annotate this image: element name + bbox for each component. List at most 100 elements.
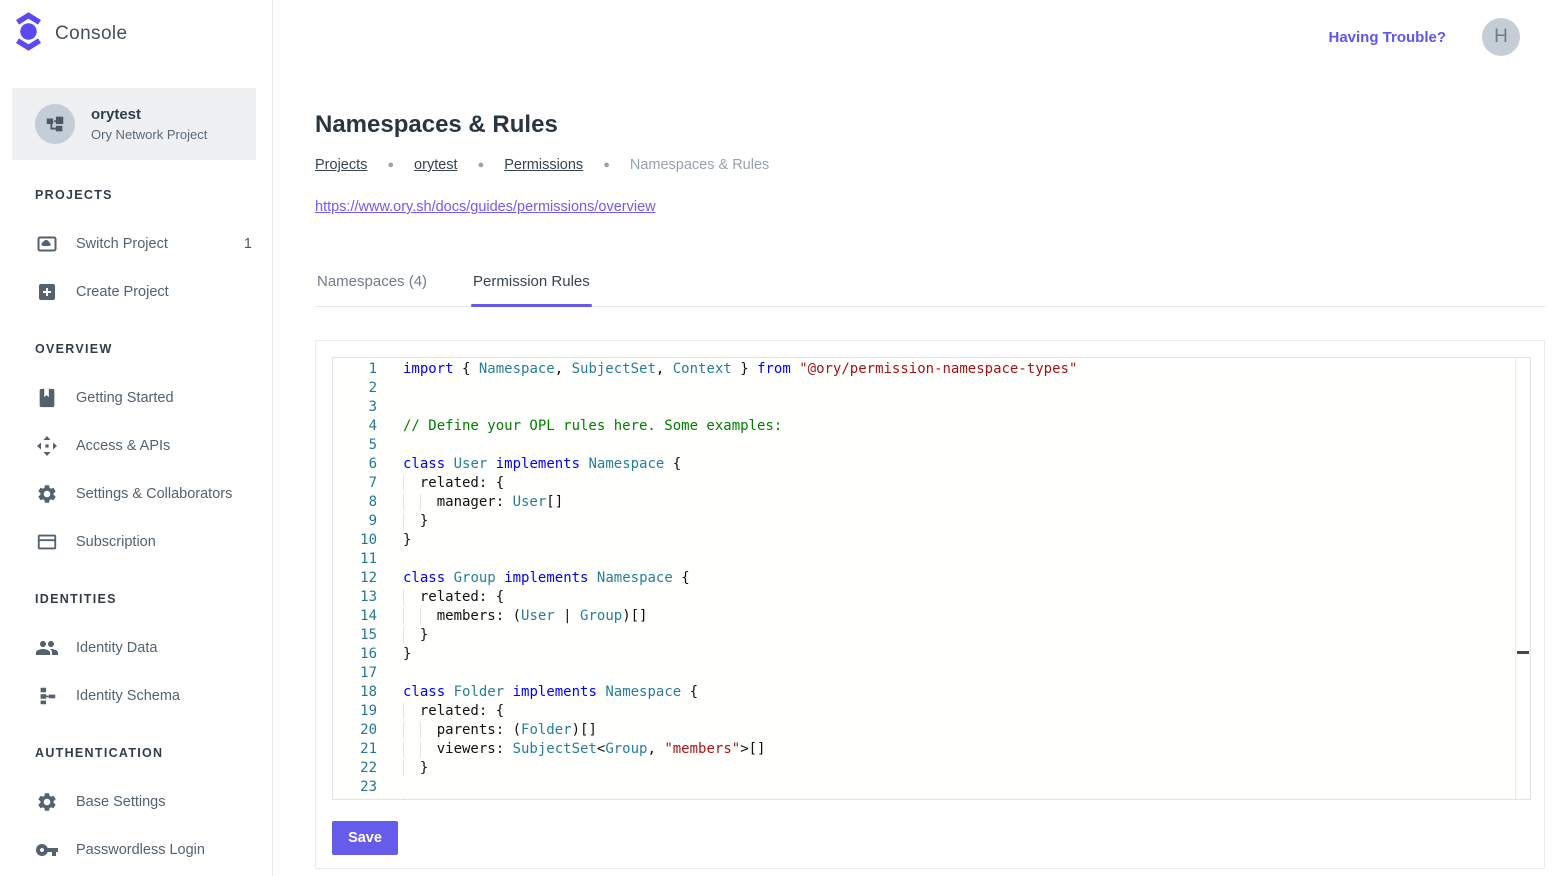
sidebar-item-settings-collaborators[interactable]: Settings & Collaborators <box>0 470 273 518</box>
sidebar-item-identity-schema[interactable]: Identity Schema <box>0 672 273 720</box>
code-line[interactable]: 5 <box>333 436 1515 455</box>
sidebar-item-label: Switch Project <box>76 236 168 252</box>
sidebar-item-passwordless-login[interactable]: Passwordless Login <box>0 826 273 874</box>
org-chart-icon <box>44 113 66 135</box>
user-avatar[interactable]: H <box>1482 18 1520 56</box>
line-number: 3 <box>333 398 377 417</box>
line-number: 8 <box>333 493 377 512</box>
code-line[interactable]: 22 } <box>333 759 1515 778</box>
gear-icon <box>35 790 59 814</box>
code-line[interactable]: 15 } <box>333 626 1515 645</box>
line-number: 17 <box>333 664 377 683</box>
credit-card-icon <box>35 530 59 554</box>
permission-rules-panel: 1import { Namespace, SubjectSet, Context… <box>315 340 1545 869</box>
tab-bar: Namespaces (4) Permission Rules <box>315 270 1546 307</box>
line-number: 12 <box>333 569 377 588</box>
line-number: 19 <box>333 702 377 721</box>
code-lines: 1import { Namespace, SubjectSet, Context… <box>333 360 1515 800</box>
project-type: Ory Network Project <box>91 127 207 142</box>
project-name: orytest <box>91 106 207 123</box>
code-line[interactable]: 6class User implements Namespace { <box>333 455 1515 474</box>
add-square-icon <box>35 280 59 304</box>
page-title: Namespaces & Rules <box>315 111 558 139</box>
line-number: 2 <box>333 379 377 398</box>
line-number: 18 <box>333 683 377 702</box>
breadcrumb-orytest[interactable]: orytest <box>414 157 458 173</box>
code-editor[interactable]: 1import { Namespace, SubjectSet, Context… <box>332 357 1531 800</box>
docs-link[interactable]: https://www.ory.sh/docs/guides/permissio… <box>315 199 656 215</box>
breadcrumb-separator: ● <box>387 159 394 171</box>
gear-icon <box>35 482 59 506</box>
sidebar-item-access-apis[interactable]: Access & APIs <box>0 422 273 470</box>
line-number: 5 <box>333 436 377 455</box>
save-button[interactable]: Save <box>332 821 398 855</box>
code-line[interactable]: 21 viewers: SubjectSet<Group, "members">… <box>333 740 1515 759</box>
line-number: 10 <box>333 531 377 550</box>
sidebar-item-getting-started[interactable]: Getting Started <box>0 374 273 422</box>
four-arrows-icon <box>35 434 59 458</box>
breadcrumb-separator: ● <box>603 159 610 171</box>
breadcrumb-projects[interactable]: Projects <box>315 157 367 173</box>
code-line[interactable]: 13 related: { <box>333 588 1515 607</box>
code-line[interactable]: 24 permits = { <box>333 797 1515 800</box>
sidebar-item-identity-data[interactable]: Identity Data <box>0 624 273 672</box>
line-number: 7 <box>333 474 377 493</box>
line-number: 6 <box>333 455 377 474</box>
line-number: 23 <box>333 778 377 797</box>
code-line[interactable]: 11 <box>333 550 1515 569</box>
code-line[interactable]: 1import { Namespace, SubjectSet, Context… <box>333 360 1515 379</box>
breadcrumb-separator: ● <box>478 159 485 171</box>
section-overview: OVERVIEW <box>35 342 113 356</box>
sidebar-item-switch-project[interactable]: Switch Project 1 <box>0 220 273 268</box>
code-line[interactable]: 14 members: (User | Group)[] <box>333 607 1515 626</box>
code-line[interactable]: 7 related: { <box>333 474 1515 493</box>
code-line[interactable]: 2 <box>333 379 1515 398</box>
app-title: Console <box>55 23 128 45</box>
code-line[interactable]: 20 parents: (Folder)[] <box>333 721 1515 740</box>
code-line[interactable]: 16} <box>333 645 1515 664</box>
code-line[interactable]: 23 <box>333 778 1515 797</box>
code-line[interactable]: 4// Define your OPL rules here. Some exa… <box>333 417 1515 436</box>
sidebar-item-label: Identity Schema <box>76 688 180 704</box>
line-number: 16 <box>333 645 377 664</box>
sidebar-item-base-settings[interactable]: Base Settings <box>0 778 273 826</box>
section-authentication: AUTHENTICATION <box>35 746 163 760</box>
tab-permission-rules[interactable]: Permission Rules <box>471 270 592 306</box>
code-line[interactable]: 12class Group implements Namespace { <box>333 569 1515 588</box>
line-number: 21 <box>333 740 377 759</box>
tab-namespaces[interactable]: Namespaces (4) <box>315 270 429 306</box>
sidebar-item-subscription[interactable]: Subscription <box>0 518 273 566</box>
sidebar-item-label: Access & APIs <box>76 438 170 454</box>
sidebar-item-label: Identity Data <box>76 640 157 656</box>
having-trouble-link[interactable]: Having Trouble? <box>1328 29 1446 46</box>
sidebar-item-label: Create Project <box>76 284 169 300</box>
code-line[interactable]: 8 manager: User[] <box>333 493 1515 512</box>
breadcrumb-current: Namespaces & Rules <box>630 157 769 173</box>
schema-icon <box>35 684 59 708</box>
code-line[interactable]: 18class Folder implements Namespace { <box>333 683 1515 702</box>
line-number: 15 <box>333 626 377 645</box>
project-selector[interactable]: orytest Ory Network Project <box>12 88 256 160</box>
editor-overview-ruler[interactable] <box>1515 358 1530 799</box>
ory-logo-icon <box>12 11 45 57</box>
line-number: 22 <box>333 759 377 778</box>
book-icon <box>35 386 59 410</box>
code-line[interactable]: 10} <box>333 531 1515 550</box>
cursor-marker <box>1517 651 1529 654</box>
code-line[interactable]: 19 related: { <box>333 702 1515 721</box>
breadcrumb-permissions[interactable]: Permissions <box>504 157 583 173</box>
sidebar-item-create-project[interactable]: Create Project <box>0 268 273 316</box>
line-number: 24 <box>333 797 377 800</box>
switch-project-icon <box>35 232 59 256</box>
line-number: 20 <box>333 721 377 740</box>
line-number: 13 <box>333 588 377 607</box>
line-number: 11 <box>333 550 377 569</box>
section-identities: IDENTITIES <box>35 592 117 606</box>
code-line[interactable]: 17 <box>333 664 1515 683</box>
line-number: 4 <box>333 417 377 436</box>
line-number: 9 <box>333 512 377 531</box>
code-line[interactable]: 9 } <box>333 512 1515 531</box>
code-line[interactable]: 3 <box>333 398 1515 417</box>
app-logo[interactable]: Console <box>12 11 128 57</box>
sidebar-item-label: Passwordless Login <box>76 842 205 858</box>
